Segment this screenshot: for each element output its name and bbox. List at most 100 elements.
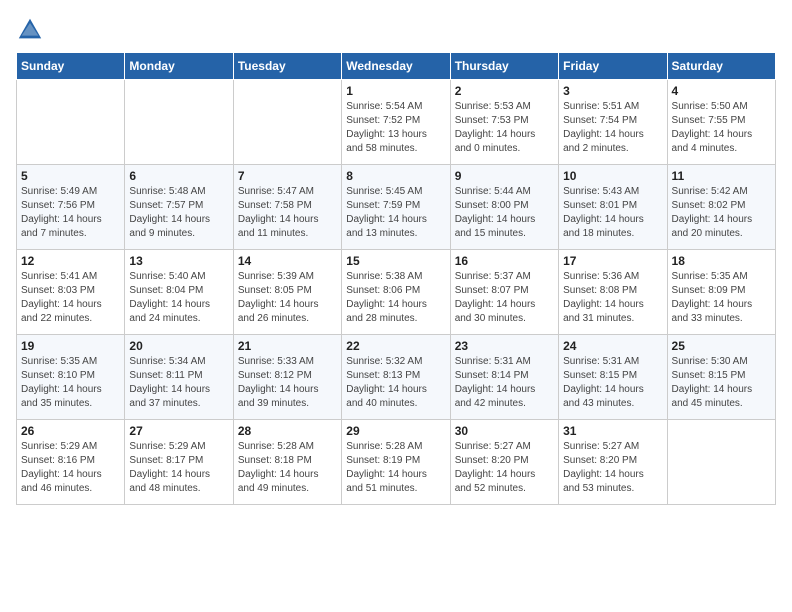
calendar-cell: 15 Sunrise: 5:38 AM Sunset: 8:06 PM Dayli… (342, 250, 450, 335)
header-day-monday: Monday (125, 53, 233, 80)
day-number: 16 (455, 254, 554, 268)
calendar-cell (667, 420, 775, 505)
calendar-cell: 31 Sunrise: 5:27 AM Sunset: 8:20 PM Dayli… (559, 420, 667, 505)
logo-icon (16, 16, 44, 44)
day-content: Sunrise: 5:49 AM Sunset: 7:56 PM Dayligh… (21, 185, 120, 241)
calendar-cell: 10 Sunrise: 5:43 AM Sunset: 8:01 PM Dayli… (559, 165, 667, 250)
day-number: 23 (455, 339, 554, 353)
day-content: Sunrise: 5:39 AM Sunset: 8:05 PM Dayligh… (238, 270, 337, 326)
day-content: Sunrise: 5:50 AM Sunset: 7:55 PM Dayligh… (672, 100, 771, 156)
calendar-cell: 16 Sunrise: 5:37 AM Sunset: 8:07 PM Dayli… (450, 250, 558, 335)
day-content: Sunrise: 5:44 AM Sunset: 8:00 PM Dayligh… (455, 185, 554, 241)
calendar-cell: 22 Sunrise: 5:32 AM Sunset: 8:13 PM Dayli… (342, 335, 450, 420)
header-row: SundayMondayTuesdayWednesdayThursdayFrid… (17, 53, 776, 80)
day-number: 12 (21, 254, 120, 268)
day-number: 4 (672, 84, 771, 98)
day-content: Sunrise: 5:48 AM Sunset: 7:57 PM Dayligh… (129, 185, 228, 241)
day-number: 18 (672, 254, 771, 268)
day-content: Sunrise: 5:51 AM Sunset: 7:54 PM Dayligh… (563, 100, 662, 156)
calendar-cell: 17Sunrise: 5:36 AM Sunset: 8:08 PM Dayli… (559, 250, 667, 335)
day-content: Sunrise: 5:45 AM Sunset: 7:59 PM Dayligh… (346, 185, 445, 241)
day-content: Sunrise: 5:29 AM Sunset: 8:16 PM Dayligh… (21, 440, 120, 496)
day-content: Sunrise: 5:27 AM Sunset: 8:20 PM Dayligh… (563, 440, 662, 496)
header-day-wednesday: Wednesday (342, 53, 450, 80)
day-content: Sunrise: 5:37 AM Sunset: 8:07 PM Dayligh… (455, 270, 554, 326)
header-day-friday: Friday (559, 53, 667, 80)
day-number: 11 (672, 169, 771, 183)
calendar-cell: 24 Sunrise: 5:31 AM Sunset: 8:15 PM Dayli… (559, 335, 667, 420)
calendar-cell: 29 Sunrise: 5:28 AM Sunset: 8:19 PM Dayli… (342, 420, 450, 505)
week-row-2: 5 Sunrise: 5:49 AM Sunset: 7:56 PM Daylig… (17, 165, 776, 250)
calendar-cell: 23 Sunrise: 5:31 AM Sunset: 8:14 PM Dayli… (450, 335, 558, 420)
day-content: Sunrise: 5:27 AM Sunset: 8:20 PM Dayligh… (455, 440, 554, 496)
day-content: Sunrise: 5:35 AM Sunset: 8:09 PM Dayligh… (672, 270, 771, 326)
calendar-table: SundayMondayTuesdayWednesdayThursdayFrid… (16, 52, 776, 505)
day-number: 3 (563, 84, 662, 98)
header-day-tuesday: Tuesday (233, 53, 341, 80)
header-day-thursday: Thursday (450, 53, 558, 80)
day-content: Sunrise: 5:32 AM Sunset: 8:13 PM Dayligh… (346, 355, 445, 411)
calendar-cell: 20Sunrise: 5:34 AM Sunset: 8:11 PM Dayli… (125, 335, 233, 420)
day-content: Sunrise: 5:28 AM Sunset: 8:18 PM Dayligh… (238, 440, 337, 496)
day-number: 10 (563, 169, 662, 183)
day-content: Sunrise: 5:28 AM Sunset: 8:19 PM Dayligh… (346, 440, 445, 496)
day-number: 28 (238, 424, 337, 438)
calendar-cell: 9 Sunrise: 5:44 AM Sunset: 8:00 PM Daylig… (450, 165, 558, 250)
day-content: Sunrise: 5:43 AM Sunset: 8:01 PM Dayligh… (563, 185, 662, 241)
calendar-cell: 3 Sunrise: 5:51 AM Sunset: 7:54 PM Daylig… (559, 80, 667, 165)
day-number: 21 (238, 339, 337, 353)
week-row-4: 19Sunrise: 5:35 AM Sunset: 8:10 PM Dayli… (17, 335, 776, 420)
day-number: 1 (346, 84, 445, 98)
calendar-cell: 11 Sunrise: 5:42 AM Sunset: 8:02 PM Dayli… (667, 165, 775, 250)
calendar-cell: 6 Sunrise: 5:48 AM Sunset: 7:57 PM Daylig… (125, 165, 233, 250)
day-content: Sunrise: 5:31 AM Sunset: 8:14 PM Dayligh… (455, 355, 554, 411)
day-content: Sunrise: 5:31 AM Sunset: 8:15 PM Dayligh… (563, 355, 662, 411)
day-number: 31 (563, 424, 662, 438)
day-content: Sunrise: 5:42 AM Sunset: 8:02 PM Dayligh… (672, 185, 771, 241)
day-number: 26 (21, 424, 120, 438)
day-number: 14 (238, 254, 337, 268)
day-number: 6 (129, 169, 228, 183)
calendar-cell: 25Sunrise: 5:30 AM Sunset: 8:15 PM Dayli… (667, 335, 775, 420)
calendar-cell: 13Sunrise: 5:40 AM Sunset: 8:04 PM Dayli… (125, 250, 233, 335)
calendar-cell: 4 Sunrise: 5:50 AM Sunset: 7:55 PM Daylig… (667, 80, 775, 165)
calendar-cell: 8 Sunrise: 5:45 AM Sunset: 7:59 PM Daylig… (342, 165, 450, 250)
day-number: 27 (129, 424, 228, 438)
calendar-cell: 1 Sunrise: 5:54 AM Sunset: 7:52 PM Daylig… (342, 80, 450, 165)
day-number: 2 (455, 84, 554, 98)
header-day-saturday: Saturday (667, 53, 775, 80)
calendar-cell: 12Sunrise: 5:41 AM Sunset: 8:03 PM Dayli… (17, 250, 125, 335)
week-row-1: 1 Sunrise: 5:54 AM Sunset: 7:52 PM Daylig… (17, 80, 776, 165)
header-day-sunday: Sunday (17, 53, 125, 80)
day-content: Sunrise: 5:29 AM Sunset: 8:17 PM Dayligh… (129, 440, 228, 496)
calendar-cell: 28 Sunrise: 5:28 AM Sunset: 8:18 PM Dayli… (233, 420, 341, 505)
calendar-cell: 18 Sunrise: 5:35 AM Sunset: 8:09 PM Dayli… (667, 250, 775, 335)
day-number: 15 (346, 254, 445, 268)
day-content: Sunrise: 5:40 AM Sunset: 8:04 PM Dayligh… (129, 270, 228, 326)
calendar-cell (233, 80, 341, 165)
header (16, 16, 776, 44)
calendar-cell: 21Sunrise: 5:33 AM Sunset: 8:12 PM Dayli… (233, 335, 341, 420)
logo (16, 16, 48, 44)
day-number: 8 (346, 169, 445, 183)
calendar-cell: 27 Sunrise: 5:29 AM Sunset: 8:17 PM Dayli… (125, 420, 233, 505)
calendar-cell: 26 Sunrise: 5:29 AM Sunset: 8:16 PM Dayli… (17, 420, 125, 505)
week-row-5: 26 Sunrise: 5:29 AM Sunset: 8:16 PM Dayli… (17, 420, 776, 505)
calendar-cell (125, 80, 233, 165)
day-content: Sunrise: 5:54 AM Sunset: 7:52 PM Dayligh… (346, 100, 445, 156)
day-number: 5 (21, 169, 120, 183)
calendar-cell: 5 Sunrise: 5:49 AM Sunset: 7:56 PM Daylig… (17, 165, 125, 250)
calendar-cell: 30 Sunrise: 5:27 AM Sunset: 8:20 PM Dayli… (450, 420, 558, 505)
day-number: 17 (563, 254, 662, 268)
day-content: Sunrise: 5:38 AM Sunset: 8:06 PM Dayligh… (346, 270, 445, 326)
day-number: 30 (455, 424, 554, 438)
day-content: Sunrise: 5:47 AM Sunset: 7:58 PM Dayligh… (238, 185, 337, 241)
calendar-cell: 19Sunrise: 5:35 AM Sunset: 8:10 PM Dayli… (17, 335, 125, 420)
day-number: 22 (346, 339, 445, 353)
calendar-cell: 7Sunrise: 5:47 AM Sunset: 7:58 PM Daylig… (233, 165, 341, 250)
day-number: 20 (129, 339, 228, 353)
day-number: 29 (346, 424, 445, 438)
day-number: 24 (563, 339, 662, 353)
day-content: Sunrise: 5:30 AM Sunset: 8:15 PM Dayligh… (672, 355, 771, 411)
day-number: 9 (455, 169, 554, 183)
